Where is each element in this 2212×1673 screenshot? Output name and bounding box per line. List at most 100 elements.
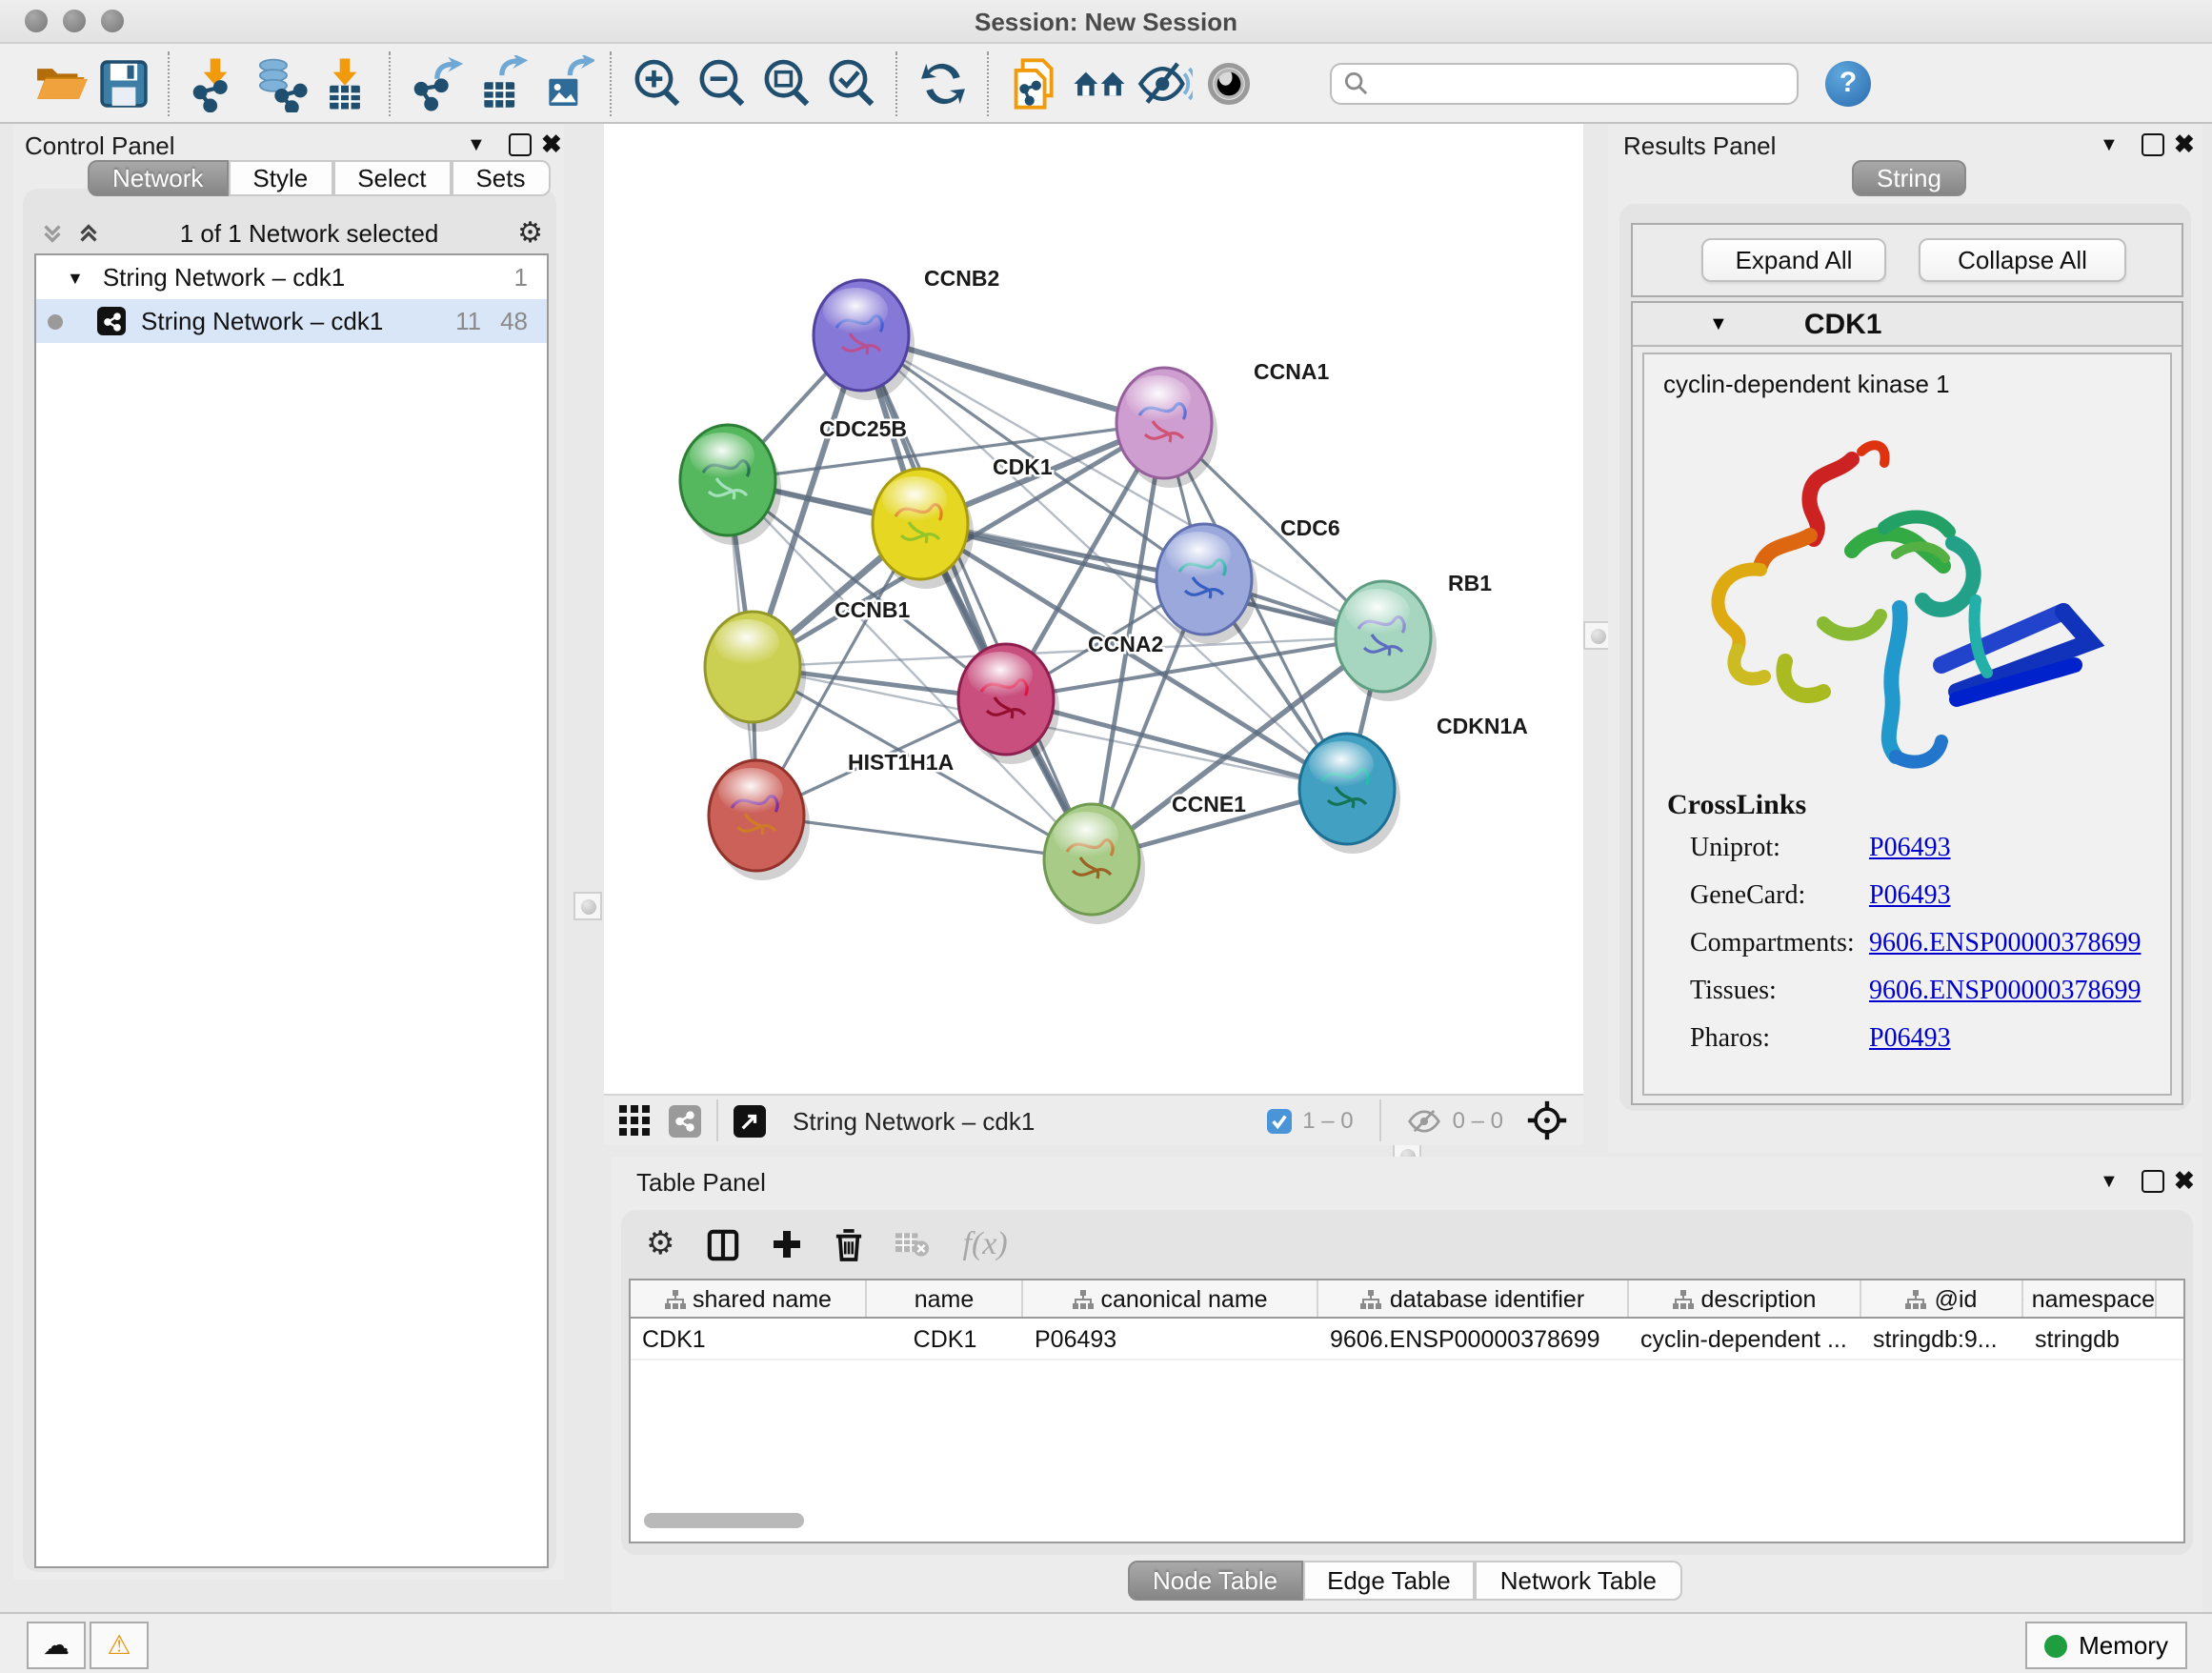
column-header-namespace[interactable]: namespace [2023, 1280, 2157, 1317]
tab-select[interactable]: Select [332, 160, 451, 196]
export-table-icon [473, 54, 530, 111]
search-box[interactable] [1330, 62, 1799, 104]
delete-column-trash-icon[interactable] [835, 1228, 864, 1260]
collapse-all-button[interactable]: Collapse All [1919, 238, 2126, 282]
table-panel-close-icon[interactable]: ✖ [2174, 1166, 2195, 1197]
table-cell[interactable]: stringdb [2023, 1319, 2157, 1359]
grid-view-icon[interactable] [619, 1105, 650, 1136]
help-button[interactable]: ? [1825, 60, 1871, 106]
expand-all-icon[interactable] [76, 220, 101, 245]
crosslink-link[interactable]: 9606.ENSP00000378699 [1869, 978, 2141, 1008]
collapse-all-icon[interactable] [40, 220, 65, 245]
table-horizontal-scrollbar[interactable] [644, 1513, 804, 1528]
column-header-canonical-name[interactable]: canonical name [1023, 1280, 1318, 1317]
export-table-button[interactable] [469, 50, 533, 115]
crosslink-link[interactable]: 9606.ENSP00000378699 [1869, 930, 2141, 960]
network-node-CCNE1[interactable]: CCNE1 [1044, 792, 1246, 924]
table-cell[interactable]: CDK1 [867, 1319, 1023, 1359]
column-header-description[interactable]: description [1629, 1280, 1861, 1317]
network-node-CDKN1A[interactable]: CDKN1A [1299, 714, 1528, 854]
tab-string[interactable]: String [1852, 160, 1966, 196]
results-panel-collapse-icon[interactable]: ▼ [2100, 135, 2119, 156]
open-session-button[interactable] [27, 50, 91, 115]
import-network-button[interactable] [183, 50, 248, 115]
network-row[interactable]: String Network – cdk1 11 48 [36, 299, 547, 343]
zoom-selected-button[interactable] [819, 50, 884, 115]
column-header-shared-name[interactable]: shared name [631, 1280, 867, 1317]
control-panel: Control Panel ▼ ✖ Network Style Select S… [13, 124, 564, 1580]
column-header--id[interactable]: @id [1861, 1280, 2023, 1317]
memory-button[interactable]: Memory [2025, 1622, 2187, 1669]
apply-layout-button[interactable] [911, 50, 975, 115]
network-node-CDC6[interactable]: CDC6 [1156, 515, 1340, 644]
table-cell[interactable]: stringdb:9... [1861, 1319, 2023, 1359]
delete-table-icon[interactable] [896, 1231, 931, 1258]
open-folder-icon [30, 54, 88, 111]
entry-expand-icon[interactable]: ▼ [1709, 313, 1728, 334]
save-session-button[interactable] [91, 50, 156, 115]
show-all-networks-button[interactable] [1067, 50, 1132, 115]
table-panel-collapse-icon[interactable]: ▼ [2100, 1172, 2119, 1193]
export-network-button[interactable] [404, 50, 469, 115]
function-builder-icon[interactable]: f(x) [963, 1225, 1008, 1263]
hide-selected-button[interactable] [1132, 50, 1196, 115]
results-panel-float-icon[interactable] [2142, 133, 2164, 156]
node-table[interactable]: shared namenamecanonical namedatabase id… [629, 1279, 2185, 1543]
crosslink-link[interactable]: P06493 [1869, 1025, 1951, 1056]
zoom-in-button[interactable] [625, 50, 690, 115]
import-network-from-database-button[interactable] [248, 50, 312, 115]
tree-expand-icon[interactable]: ▼ [67, 268, 84, 287]
eye-slash-icon [1136, 54, 1193, 111]
tab-sets[interactable]: Sets [451, 160, 550, 196]
network-collection-row[interactable]: ▼ String Network – cdk1 1 [36, 255, 547, 299]
tab-network[interactable]: Network [88, 160, 228, 196]
table-row[interactable]: CDK1CDK1P064939606.ENSP00000378699cyclin… [631, 1319, 2183, 1361]
left-splitter-grip[interactable] [573, 892, 602, 920]
show-columns-icon[interactable] [708, 1228, 740, 1260]
table-cell[interactable]: cyclin-dependent ... [1629, 1319, 1861, 1359]
network-node-HIST1H1A[interactable]: HIST1H1A [709, 750, 954, 880]
crosslink-link[interactable]: P06493 [1869, 882, 1951, 913]
table-gear-icon[interactable]: ⚙ [646, 1225, 675, 1263]
collection-label: String Network – cdk1 [103, 263, 345, 292]
tab-edge-table[interactable]: Edge Table [1302, 1561, 1476, 1601]
control-panel-collapse-icon[interactable]: ▼ [467, 135, 486, 156]
import-table-button[interactable] [312, 50, 377, 115]
crosslink-link[interactable]: P06493 [1869, 835, 1951, 865]
network-view-icon[interactable] [669, 1104, 701, 1137]
cloud-status-button[interactable]: ☁ [27, 1622, 86, 1669]
tab-style[interactable]: Style [228, 160, 332, 196]
control-panel-close-icon[interactable]: ✖ [541, 130, 562, 160]
network-graph[interactable]: CCNB2CCNA1CDC25BCDK1CDC6RB1CCNB1CCNA2CDK… [604, 124, 1583, 1094]
search-input[interactable] [1368, 68, 1757, 98]
zoom-fit-button[interactable] [754, 50, 819, 115]
network-canvas[interactable]: CCNB2CCNA1CDC25BCDK1CDC6RB1CCNB1CCNA2CDK… [604, 124, 1583, 1094]
add-column-icon[interactable] [773, 1229, 803, 1260]
gear-icon[interactable]: ⚙ [517, 215, 543, 250]
column-header-name[interactable]: name [867, 1280, 1023, 1317]
network-node-CCNB2[interactable]: CCNB2 [814, 266, 999, 400]
fit-selected-crosshair-icon[interactable] [1526, 1099, 1568, 1141]
network-node-CDK1[interactable]: CDK1 [873, 454, 1053, 589]
table-cell[interactable]: 9606.ENSP00000378699 [1318, 1319, 1629, 1359]
table-panel-float-icon[interactable] [2142, 1170, 2164, 1193]
selected-checkbox-icon[interactable] [1266, 1108, 1291, 1133]
show-hidden-button[interactable] [1196, 50, 1261, 115]
control-panel-float-icon[interactable] [509, 133, 532, 156]
birds-eye-view-icon[interactable] [734, 1104, 766, 1137]
clone-network-button[interactable] [1002, 50, 1067, 115]
expand-all-button[interactable]: Expand All [1701, 238, 1886, 282]
table-cell[interactable]: CDK1 [631, 1319, 867, 1359]
warnings-button[interactable]: ⚠ [90, 1622, 149, 1669]
tab-node-table[interactable]: Node Table [1128, 1561, 1302, 1601]
column-header-database-identifier[interactable]: database identifier [1318, 1280, 1629, 1317]
tab-network-table[interactable]: Network Table [1476, 1561, 1681, 1601]
export-image-button[interactable] [533, 50, 598, 115]
zoom-out-button[interactable] [690, 50, 754, 115]
table-cell[interactable]: P06493 [1023, 1319, 1318, 1359]
network-node-CCNA1[interactable]: CCNA1 [1116, 359, 1329, 488]
protein-entry-header[interactable]: ▼ CDK1 [1633, 303, 2182, 347]
crosslink-label: Compartments: [1690, 930, 1869, 960]
network-node-RB1[interactable]: RB1 [1336, 571, 1492, 701]
results-panel-close-icon[interactable]: ✖ [2174, 130, 2195, 160]
